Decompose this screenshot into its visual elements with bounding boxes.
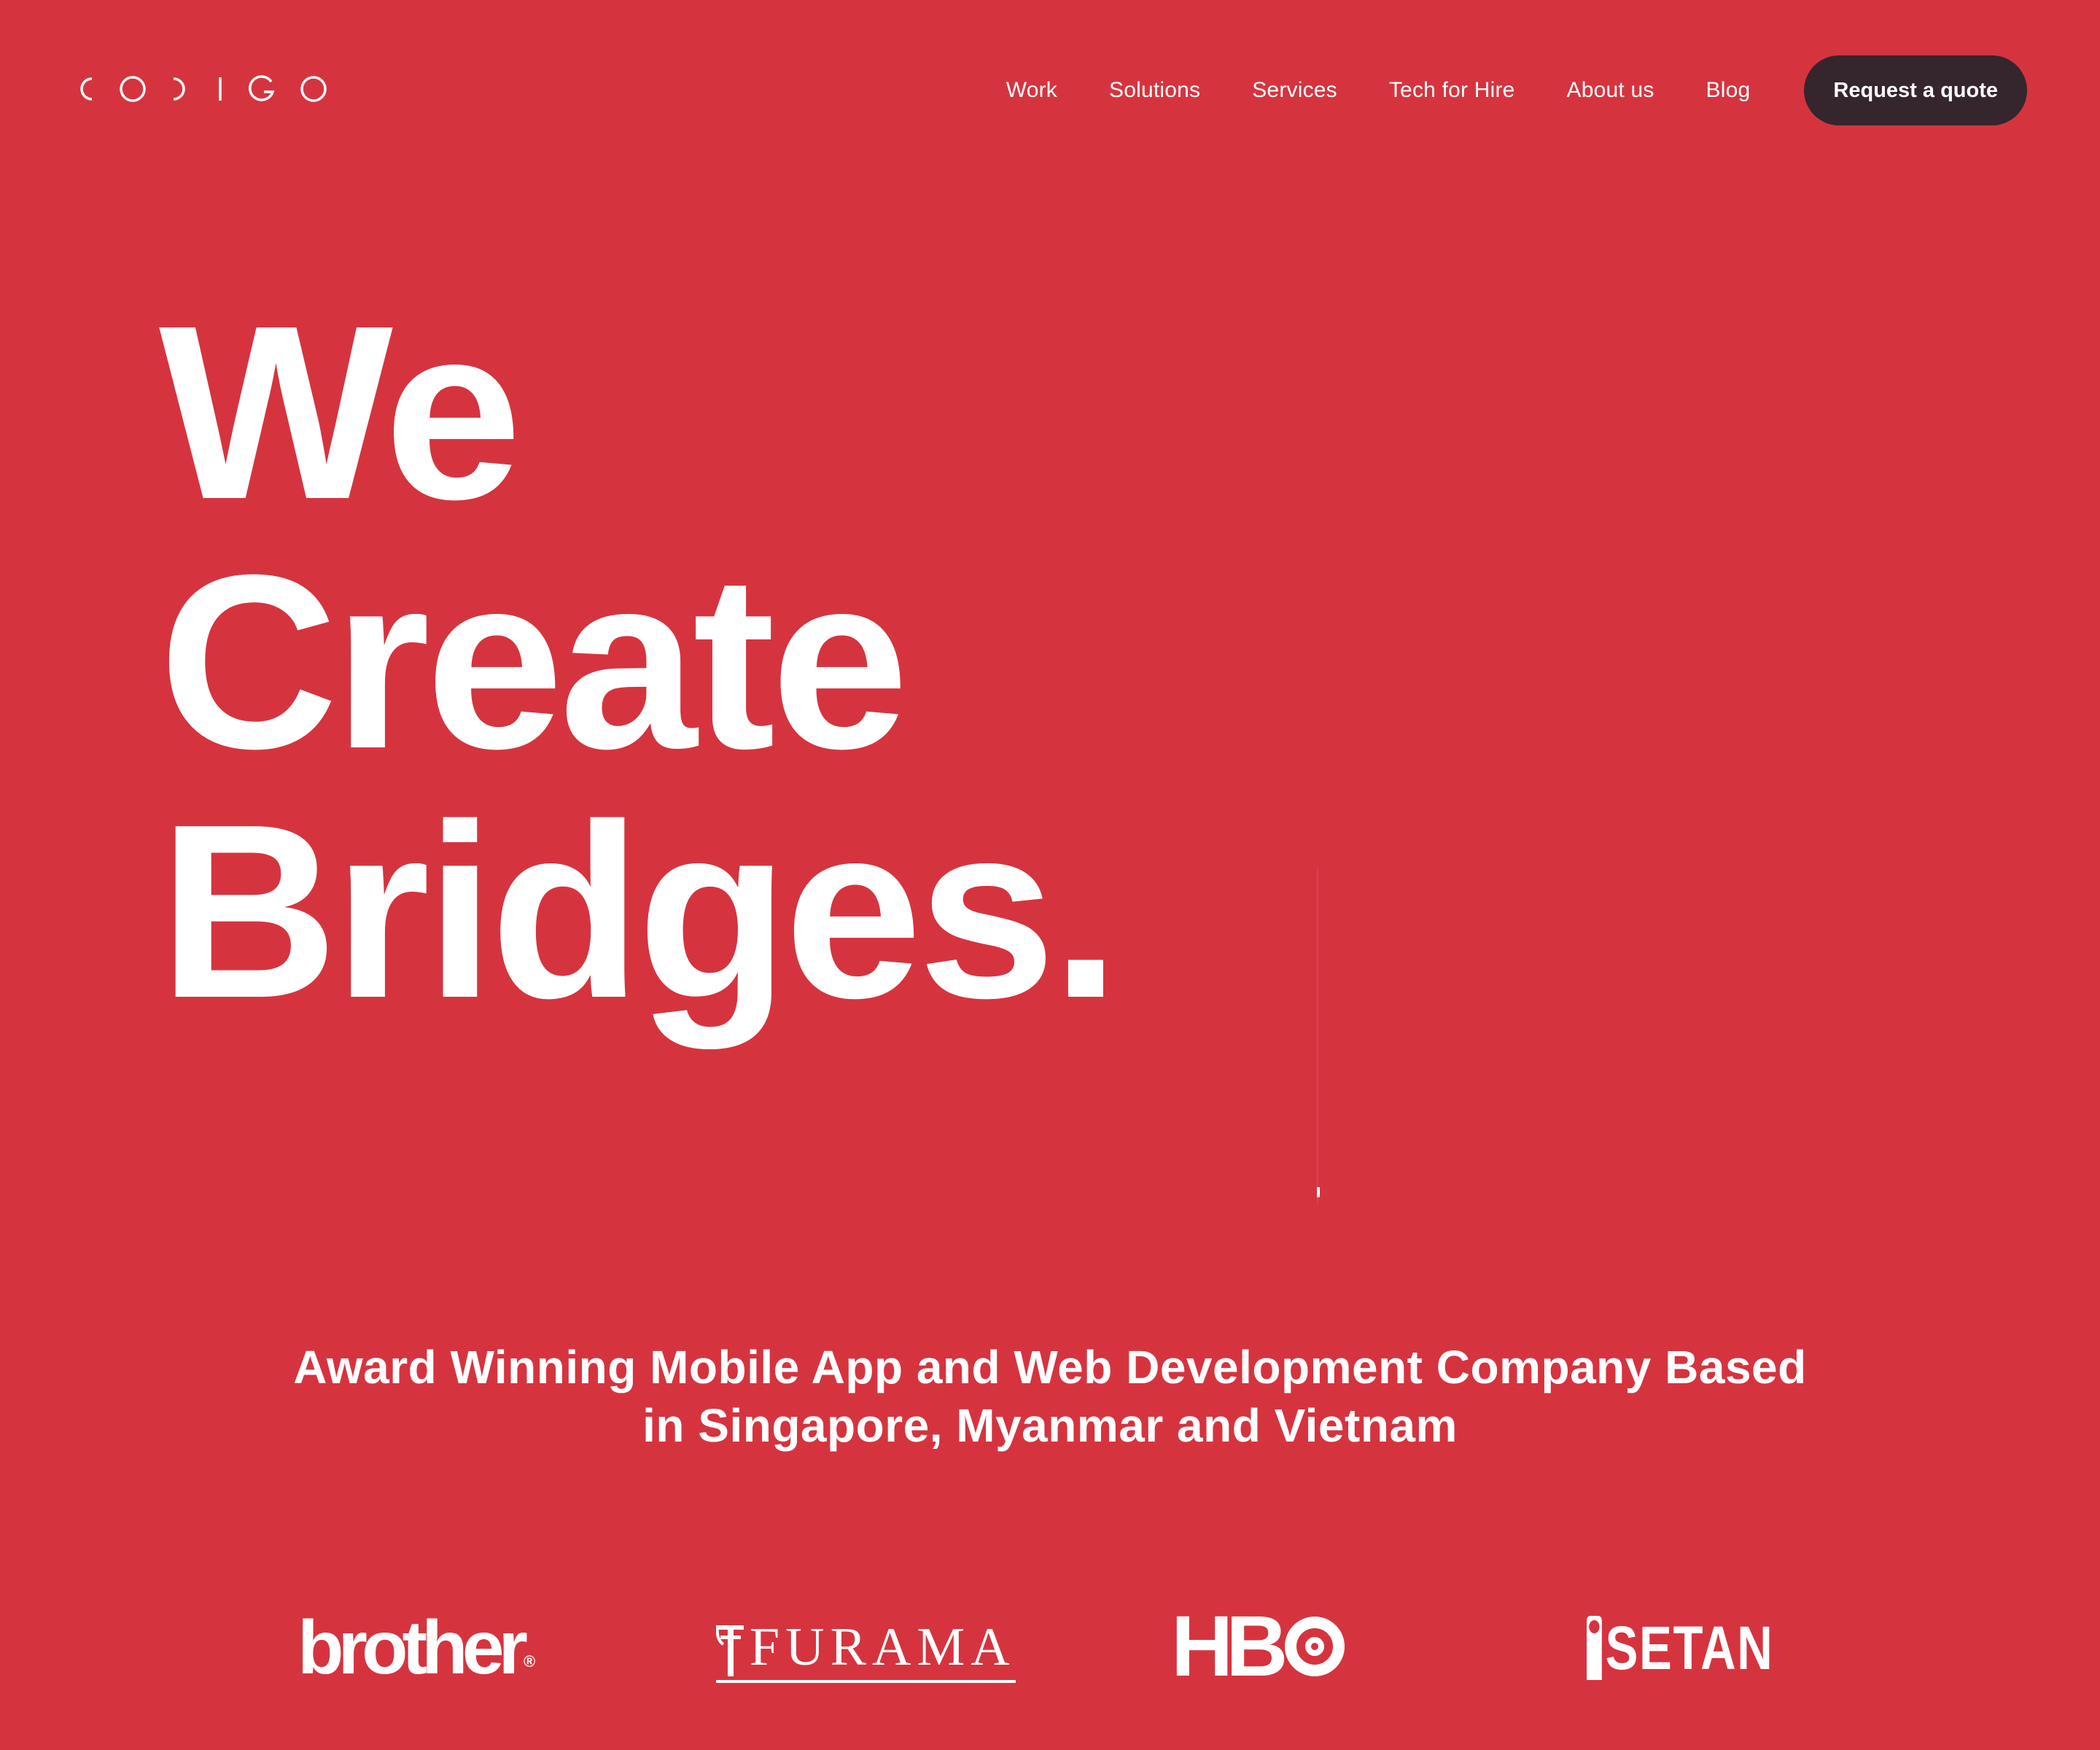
logo-letter-i [219,77,222,101]
main-nav: Work Solutions Services Tech for Hire Ab… [1006,55,2027,125]
furama-wordmark: FURAMA [750,1617,1016,1677]
client-logo-brother: brother ® [298,1606,536,1690]
hero-line-1: We [159,274,522,551]
hbo-wordmark: HB [1171,1598,1288,1695]
logo-letter-o2 [300,76,327,102]
furama-emblem-icon [716,1625,744,1676]
client-logo-furama: FURAMA [716,1614,1016,1683]
hbo-o-icon [1285,1617,1345,1676]
client-logo-hbo: HB [1171,1598,1345,1695]
logo-letter-o [120,76,146,102]
codigo-logo[interactable] [73,73,328,105]
nav-link-about-us[interactable]: About us [1567,78,1654,103]
logo-letter-c [80,77,93,101]
request-quote-button[interactable]: Request a quote [1804,55,2027,125]
hero-heading: We Create Bridges. [159,274,1120,1050]
nav-link-services[interactable]: Services [1252,78,1337,103]
company-tagline: Award Winning Mobile App and Web Develop… [0,1338,2100,1455]
logo-letter-g [249,75,275,101]
client-logos: brother ® FURAMA HB SETAN [0,1598,2100,1695]
hero-line-2: Create [159,524,909,801]
logo-letter-d [173,77,185,101]
registered-mark: ® [524,1652,536,1671]
tagline-line-2: in Singapore, Myanmar and Vietnam [642,1399,1458,1452]
scroll-indicator-tick [1317,1187,1320,1197]
hero-line-3: Bridges. [159,773,1120,1050]
nav-link-work[interactable]: Work [1006,78,1057,103]
isetan-i-mark-icon [1587,1616,1602,1680]
nav-link-blog[interactable]: Blog [1706,78,1751,103]
nav-link-tech-for-hire[interactable]: Tech for Hire [1389,78,1515,103]
nav-link-solutions[interactable]: Solutions [1109,78,1200,103]
client-logo-isetan: SETAN [1587,1613,1773,1683]
brother-wordmark: brother [298,1605,528,1690]
scroll-indicator-line [1317,868,1318,1203]
isetan-wordmark: SETAN [1605,1613,1774,1682]
tagline-line-1: Award Winning Mobile App and Web Develop… [293,1341,1807,1393]
